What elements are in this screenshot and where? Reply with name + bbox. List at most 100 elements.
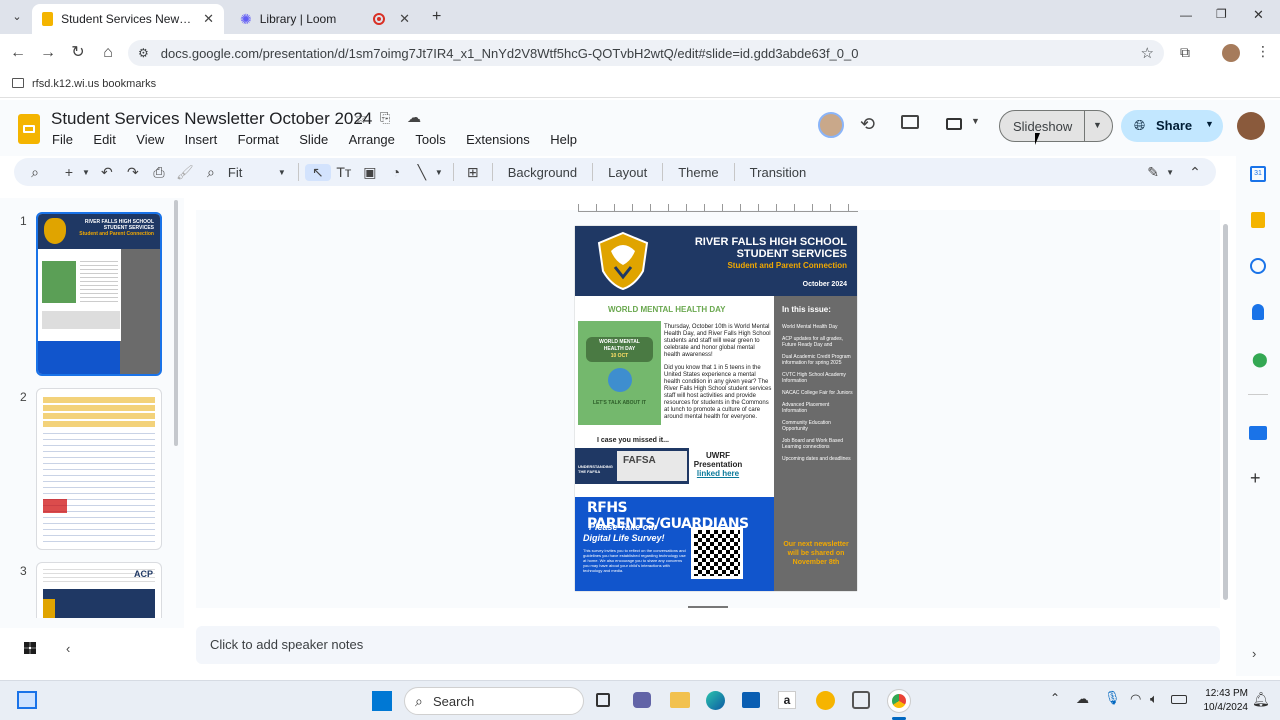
insert-comment-icon[interactable]: ⊞: [460, 164, 486, 181]
chrome-icon[interactable]: [887, 689, 911, 713]
slideshow-dropdown-icon[interactable]: ▼: [1093, 120, 1102, 130]
slide-thumbnail-1[interactable]: RIVER FALLS HIGH SCHOOL STUDENT SERVICES…: [36, 212, 162, 376]
slideshow-button[interactable]: Slideshow ▼: [999, 110, 1113, 142]
meet-camera-icon[interactable]: [946, 118, 962, 130]
account-avatar[interactable]: [1237, 112, 1265, 140]
clock[interactable]: 12:43 PM 10/4/2024: [1196, 687, 1249, 715]
collapse-filmstrip-icon[interactable]: ‹: [66, 641, 70, 656]
mail-icon[interactable]: [1249, 426, 1267, 440]
chat-icon[interactable]: [633, 692, 651, 708]
battery-icon[interactable]: [1171, 695, 1187, 704]
calendar-icon[interactable]: 31: [1250, 166, 1266, 182]
menu-file[interactable]: File: [52, 132, 73, 147]
redo-icon[interactable]: ↷: [120, 164, 146, 181]
slide-thumbnail-2[interactable]: [36, 388, 162, 550]
home-button[interactable]: ⌂: [98, 43, 118, 63]
new-tab-button[interactable]: +: [432, 8, 441, 26]
file-explorer-icon[interactable]: [670, 692, 690, 708]
transition-button[interactable]: Transition: [741, 165, 816, 180]
widgets-icon[interactable]: [17, 691, 37, 709]
tray-overflow-icon[interactable]: ⌃: [1050, 691, 1060, 705]
tab-search-dropdown[interactable]: ⌄: [8, 8, 26, 26]
start-button[interactable]: [372, 691, 392, 711]
menu-edit[interactable]: Edit: [93, 132, 115, 147]
tab-loom[interactable]: ✺ Library | Loom ✕: [230, 4, 420, 34]
zoom-icon[interactable]: ⌕: [198, 164, 224, 181]
version-history-icon[interactable]: ⟲: [860, 114, 875, 135]
menu-tools[interactable]: Tools: [415, 132, 445, 147]
line-dropdown-icon[interactable]: ▼: [435, 168, 443, 177]
restore-window-button[interactable]: ❐: [1216, 7, 1227, 21]
zoom-dropdown-icon[interactable]: ▼: [278, 168, 286, 177]
reload-button[interactable]: ↻: [68, 43, 88, 63]
canvas-scrollbar[interactable]: [1223, 224, 1228, 600]
speaker-notes[interactable]: Click to add speaker notes: [196, 626, 1220, 664]
menu-extensions[interactable]: Extensions: [466, 132, 530, 147]
pen-dropdown-icon[interactable]: ▼: [1166, 168, 1174, 177]
snipping-icon[interactable]: [852, 691, 870, 709]
collaborator-avatar[interactable]: [818, 112, 844, 138]
store-icon[interactable]: [742, 692, 760, 708]
share-dropdown-icon[interactable]: ▼: [1205, 119, 1214, 129]
collapse-toolbar-icon[interactable]: ⌃: [1182, 164, 1208, 181]
menu-view[interactable]: View: [136, 132, 164, 147]
address-bar[interactable]: ⚙ docs.google.com/presentation/d/1sm7oim…: [128, 40, 1164, 66]
close-tab-icon[interactable]: ✕: [399, 11, 410, 27]
profile-avatar[interactable]: [1222, 44, 1240, 62]
print-icon[interactable]: ⎙: [146, 164, 172, 181]
background-button[interactable]: Background: [499, 165, 586, 180]
select-cursor-icon[interactable]: ↖: [304, 163, 331, 181]
notes-resize-handle[interactable]: [688, 606, 728, 608]
tasks-icon[interactable]: [1250, 258, 1266, 274]
site-info-icon[interactable]: ⚙: [138, 46, 149, 60]
theme-button[interactable]: Theme: [669, 165, 727, 180]
filmstrip-scrollbar[interactable]: [174, 200, 178, 446]
slides-logo-icon[interactable]: [18, 114, 40, 144]
search-menus-icon[interactable]: ⌕: [22, 164, 48, 181]
paint-format-icon[interactable]: 🖌︎: [172, 164, 198, 181]
bookmark-star-icon[interactable]: ☆: [1141, 44, 1154, 62]
contacts-icon[interactable]: [1252, 304, 1264, 320]
keep-icon[interactable]: [1251, 212, 1265, 228]
menu-insert[interactable]: Insert: [185, 132, 218, 147]
bookmarks-folder[interactable]: rfsd.k12.wi.us bookmarks: [32, 78, 156, 90]
cloud-status-icon[interactable]: ☁: [407, 109, 421, 126]
new-slide-dropdown-icon[interactable]: ▼: [82, 168, 90, 177]
menu-arrange[interactable]: Arrange: [349, 132, 395, 147]
microphone-icon[interactable]: 🎙︎: [1104, 690, 1121, 706]
shape-icon[interactable]: ◔: [383, 164, 409, 180]
edge-icon[interactable]: [706, 691, 725, 710]
task-view-icon[interactable]: [596, 693, 610, 707]
undo-icon[interactable]: ↶: [94, 164, 120, 181]
meet-dropdown-icon[interactable]: ▼: [971, 116, 980, 126]
layout-button[interactable]: Layout: [599, 165, 656, 180]
menu-help[interactable]: Help: [550, 132, 577, 147]
move-folder-icon[interactable]: ⎘: [380, 110, 390, 126]
close-tab-icon[interactable]: ✕: [203, 11, 214, 27]
pen-mode-icon[interactable]: ✎: [1140, 164, 1166, 181]
weather-icon[interactable]: [816, 691, 835, 710]
zoom-select[interactable]: Fit: [228, 165, 278, 180]
current-slide[interactable]: RIVER FALLS HIGH SCHOOL STUDENT SERVICES…: [575, 226, 857, 591]
text-box-icon[interactable]: Tт: [331, 164, 357, 180]
add-addon-icon[interactable]: +: [1250, 468, 1261, 489]
taskbar-search[interactable]: ⌕ Search: [404, 687, 584, 715]
comments-icon[interactable]: [901, 115, 919, 129]
expand-panel-icon[interactable]: ›: [1252, 646, 1256, 661]
minimize-window-button[interactable]: —: [1180, 8, 1192, 22]
maps-icon[interactable]: ⬤: [1252, 351, 1268, 368]
new-slide-icon[interactable]: +: [56, 164, 82, 180]
extensions-icon[interactable]: ⧉: [1180, 44, 1190, 61]
star-icon[interactable]: ☆: [354, 109, 367, 127]
back-button[interactable]: ←: [8, 43, 28, 63]
amazon-icon[interactable]: a: [778, 691, 796, 709]
slide-thumbnail-3[interactable]: ACP: [36, 562, 162, 618]
forward-button[interactable]: →: [38, 43, 58, 63]
insert-image-icon[interactable]: ▣: [357, 164, 383, 181]
presentation-title[interactable]: Student Services Newsletter October 2024: [51, 109, 372, 129]
menu-format[interactable]: Format: [238, 132, 279, 147]
line-icon[interactable]: ╲: [409, 164, 435, 181]
grid-view-icon[interactable]: [24, 642, 36, 654]
volume-icon[interactable]: 🔈︎: [1150, 691, 1158, 707]
onedrive-icon[interactable]: ☁: [1076, 691, 1089, 707]
